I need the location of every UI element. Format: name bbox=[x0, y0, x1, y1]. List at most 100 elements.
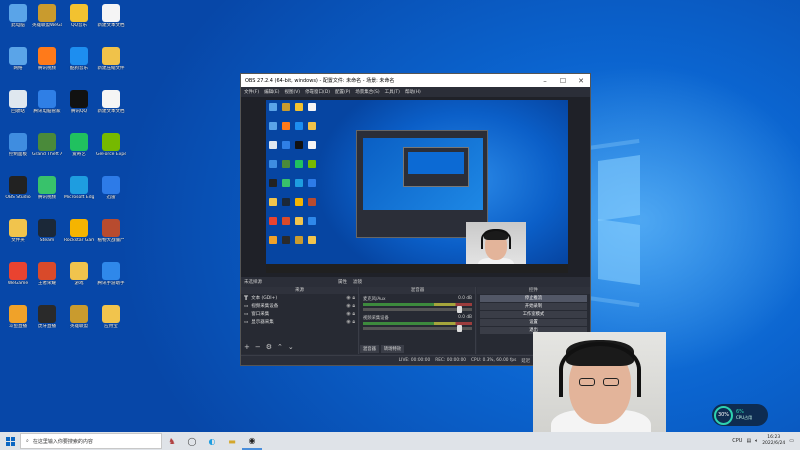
app-icon bbox=[102, 90, 120, 108]
preview-icon bbox=[308, 179, 316, 187]
file-explorer-icon[interactable]: ▬ bbox=[222, 432, 242, 450]
desktop-icon[interactable]: 虎牙直播 bbox=[32, 305, 62, 329]
obs-titlebar[interactable]: OBS 27.2.4 (64-bit, windows) - 配置文件: 未命名… bbox=[241, 74, 590, 87]
desktop-icon-label: 新建文本文档 bbox=[97, 109, 125, 114]
source-item[interactable]: ▭ 视频采集设备 ◉ 🔒︎ bbox=[241, 302, 358, 310]
wallpaper-windows-logo bbox=[598, 155, 640, 221]
down-arrow-icon[interactable]: ⌄ bbox=[288, 343, 294, 351]
app-icon bbox=[70, 4, 88, 22]
close-icon[interactable]: ✕ bbox=[572, 77, 590, 85]
eye-icon[interactable]: ◉ 🔒︎ bbox=[346, 319, 355, 325]
desktop-icon[interactable]: 应用宝 bbox=[96, 305, 126, 329]
preview-icon bbox=[269, 217, 277, 225]
studio-mode-button[interactable]: 工作室模式 bbox=[480, 311, 587, 318]
volume-slider[interactable] bbox=[363, 325, 472, 332]
desktop-icon[interactable]: 控制面板 bbox=[3, 133, 33, 157]
game-character-icon[interactable]: ♞ bbox=[162, 432, 182, 450]
filters-button[interactable]: 滤镜 bbox=[353, 279, 362, 285]
preview-icon bbox=[295, 141, 303, 149]
desktop-icon[interactable]: 新建文本文档 bbox=[96, 90, 126, 114]
obs-preview-area[interactable] bbox=[241, 97, 590, 277]
desktop-icon[interactable]: 文件夹 bbox=[3, 219, 33, 243]
menu-docks[interactable]: 停靠窗口(D) bbox=[305, 89, 330, 95]
add-icon[interactable]: + bbox=[244, 343, 250, 351]
desktop-icon[interactable]: 植物大战僵尸 bbox=[96, 219, 126, 243]
gear-icon[interactable]: ⚙ bbox=[266, 343, 272, 351]
desktop-icon[interactable]: 迅雷 bbox=[96, 176, 126, 200]
desktop-icon[interactable]: 英雄联盟 bbox=[64, 305, 94, 329]
source-item[interactable]: ▭ 显示器采集 ◉ 🔒︎ bbox=[241, 318, 358, 326]
eye-icon[interactable]: ◉ 🔒︎ bbox=[346, 303, 355, 309]
menu-edit[interactable]: 编辑(E) bbox=[264, 89, 279, 95]
desktop-icon[interactable]: 爱奇艺 bbox=[64, 133, 94, 157]
desktop-icon[interactable]: GeForce Experience bbox=[96, 133, 126, 157]
desktop-icon[interactable]: 斗鱼直播 bbox=[3, 305, 33, 329]
desktop-icon[interactable]: 腾讯手游助手 bbox=[96, 262, 126, 286]
desktop-icon-label: 爱奇艺 bbox=[72, 152, 86, 157]
desktop-icon[interactable]: QQ音乐 bbox=[64, 4, 94, 28]
network-icon[interactable]: ▤ bbox=[746, 438, 751, 444]
desktop-icon[interactable]: 酷狗音乐 bbox=[64, 47, 94, 71]
remove-icon[interactable]: − bbox=[255, 343, 261, 351]
preview-icon bbox=[295, 160, 303, 168]
desktop-icon-label: 腾讯视频 bbox=[38, 195, 56, 200]
desktop-icon[interactable]: 此电脑 bbox=[3, 4, 33, 28]
preview-icon bbox=[269, 122, 277, 130]
maximize-icon[interactable]: ☐ bbox=[554, 77, 572, 85]
eye-icon[interactable]: ◉ 🔒︎ bbox=[346, 295, 355, 301]
obs-window[interactable]: OBS 27.2.4 (64-bit, windows) - 配置文件: 未命名… bbox=[240, 73, 591, 366]
desktop-icon[interactable]: 新建压缩文件 bbox=[96, 47, 126, 71]
taskbar-search-input[interactable]: ⌕ 在这里输入你要搜索的内容 bbox=[20, 433, 162, 449]
desktop-icon[interactable]: OBS Studio bbox=[3, 176, 33, 200]
start-recording-button[interactable]: 开始录制 bbox=[480, 303, 587, 310]
desktop-icon[interactable]: 网络 bbox=[3, 47, 33, 71]
desktop-icon[interactable]: WeGame bbox=[3, 262, 33, 286]
start-button[interactable] bbox=[0, 432, 20, 450]
channel-name: 视频采集设备 bbox=[363, 316, 389, 321]
menu-tools[interactable]: 工具(T) bbox=[385, 89, 400, 95]
task-view-icon[interactable]: ◯ bbox=[182, 432, 202, 450]
tray-cpu-text[interactable]: CPU bbox=[732, 438, 742, 444]
desktop-icon[interactable]: Rockstar Games bbox=[64, 219, 94, 243]
menu-view[interactable]: 视图(V) bbox=[284, 89, 300, 95]
desktop-icon[interactable]: 游戏 bbox=[64, 262, 94, 286]
cpu-monitor-widget[interactable]: 30% 6% CPU占用 bbox=[712, 404, 768, 426]
desktop-icon[interactable]: 腾讯QQ bbox=[64, 90, 94, 114]
obs-preview-canvas[interactable] bbox=[266, 100, 568, 273]
tab-transitions[interactable]: 转场特效 bbox=[380, 345, 405, 353]
preview-icon bbox=[282, 217, 290, 225]
settings-button[interactable]: 设置 bbox=[480, 319, 587, 326]
edge-icon[interactable]: ◐ bbox=[202, 432, 222, 450]
desktop-icon[interactable]: Microsoft Edge bbox=[64, 176, 94, 200]
desktop-icon[interactable]: 新建文本文档 bbox=[96, 4, 126, 28]
channel-level: 0.0 dB bbox=[458, 315, 472, 320]
obs-menubar: 文件(F) 编辑(E) 视图(V) 停靠窗口(D) 配置(P) 场景集合(S) … bbox=[241, 87, 590, 96]
desktop-icon[interactable]: Steam bbox=[32, 219, 62, 243]
desktop-icon-label: 新建文本文档 bbox=[97, 23, 125, 28]
volume-slider[interactable] bbox=[363, 306, 472, 313]
volume-icon[interactable]: 🔈︎ bbox=[755, 438, 758, 444]
desktop-icon[interactable]: 腾讯电脑管家 bbox=[32, 90, 62, 114]
desktop-icon[interactable]: 腾讯视频 bbox=[32, 176, 62, 200]
notification-icon[interactable]: ▭ bbox=[789, 438, 794, 444]
menu-help[interactable]: 帮助(H) bbox=[405, 89, 421, 95]
desktop-icon[interactable]: 王者荣耀 bbox=[32, 262, 62, 286]
properties-button[interactable]: 属性 bbox=[338, 279, 347, 285]
up-arrow-icon[interactable]: ⌃ bbox=[277, 343, 283, 351]
menu-profile[interactable]: 配置(P) bbox=[335, 89, 350, 95]
minimize-icon[interactable]: – bbox=[536, 77, 554, 85]
desktop-icon[interactable]: 腾讯视频 bbox=[32, 47, 62, 71]
clock[interactable]: 16:23 2022/6/24 bbox=[762, 435, 785, 447]
source-item[interactable]: T 文本 (GDI+) ◉ 🔒︎ bbox=[241, 294, 358, 302]
source-item[interactable]: ▭ 窗口采集 ◉ 🔒︎ bbox=[241, 310, 358, 318]
app-icon bbox=[9, 262, 27, 280]
menu-file[interactable]: 文件(F) bbox=[244, 89, 259, 95]
stop-streaming-button[interactable]: 停止推流 bbox=[480, 295, 587, 302]
menu-scene-collection[interactable]: 场景集合(S) bbox=[355, 89, 379, 95]
desktop-icon[interactable]: Grand Theft Auto V bbox=[32, 133, 62, 157]
obs-taskbar-icon[interactable]: ◉ bbox=[242, 432, 262, 450]
tab-mixer[interactable]: 混音器 bbox=[360, 345, 379, 353]
eye-icon[interactable]: ◉ 🔒︎ bbox=[346, 311, 355, 317]
desktop-icon[interactable]: 回收站 bbox=[3, 90, 33, 114]
desktop-icon[interactable]: 英雄联盟WeGame版 bbox=[32, 4, 62, 28]
